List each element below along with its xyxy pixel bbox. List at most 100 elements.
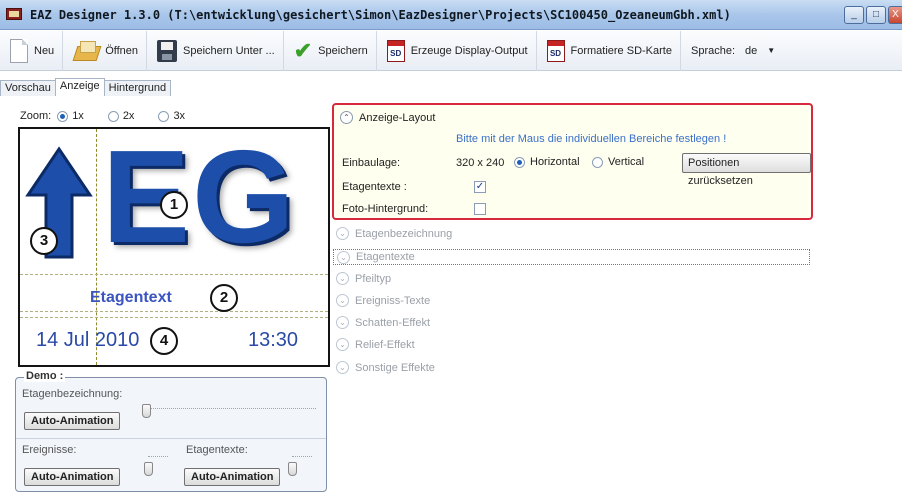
floor-text[interactable]: Etagentext (90, 289, 172, 307)
auto-animation-button-ereignisse[interactable]: Auto-Animation (24, 468, 121, 486)
radio-button[interactable] (57, 110, 69, 122)
chevron-down-icon: ⌄ (336, 294, 349, 307)
floppy-disk-icon (157, 39, 178, 62)
section-label: Etagentexte (356, 251, 415, 263)
new-document-icon (10, 38, 28, 63)
open-folder-icon (73, 40, 99, 61)
language-selector[interactable]: Sprache: de ▼ (681, 45, 783, 57)
radio-vertical[interactable] (592, 157, 603, 168)
orientation-horizontal-label: Horizontal (530, 156, 580, 168)
format-sd-button[interactable]: SD Formatiere SD-Karte (537, 30, 681, 71)
zoom-option-label: 1x (72, 110, 84, 122)
etagenbezeichnung-slider-track[interactable] (146, 408, 316, 412)
foto-hintergrund-label: Foto-Hintergrund: (342, 203, 429, 215)
checkmark-icon: ✔ (293, 37, 313, 63)
new-button[interactable]: Neu (0, 30, 64, 71)
minimize-button[interactable]: _ (844, 6, 864, 24)
section-ereigniss-texte[interactable]: ⌄ Ereigniss-Texte (336, 294, 430, 307)
einbaulage-label: Einbaulage: (342, 157, 401, 169)
zoom-option-label: 3x (173, 110, 186, 122)
open-button[interactable]: Öffnen (63, 30, 148, 71)
format-sd-button-label: Formatiere SD-Karte (570, 44, 672, 57)
demo-content: Etagenbezeichnung: Auto-Animation Ereign… (16, 386, 328, 491)
foto-hintergrund-checkbox[interactable] (474, 203, 486, 215)
title-bar: EAZ Designer 1.3.0 (T:\entwicklung\gesic… (0, 0, 902, 30)
ereignisse-slider-track[interactable] (148, 456, 168, 460)
tab-anzeige[interactable]: Anzeige (54, 78, 105, 96)
chevron-down-icon: ⌄ (336, 227, 349, 240)
chevron-down-icon: ⌄ (336, 316, 349, 329)
radio-horizontal[interactable] (514, 157, 525, 168)
close-button[interactable]: X (888, 6, 902, 24)
etagentexte-label: Etagentexte: (186, 444, 248, 456)
time-display[interactable]: 13:30 (248, 329, 298, 352)
window-controls: _ □ X (844, 6, 902, 24)
chevron-down-icon: ▼ (767, 46, 776, 55)
demo-legend: Demo : (24, 370, 66, 382)
zoom-control: Zoom: 1x 2x 3x (20, 110, 203, 122)
section-etagenbezeichnung[interactable]: ⌄ Etagenbezeichnung (336, 227, 452, 240)
chevron-down-icon: ⌄ (336, 361, 349, 374)
date-display[interactable]: 14 Jul 2010 (36, 329, 139, 352)
app-icon (6, 8, 22, 20)
section-label: Ereigniss-Texte (355, 294, 431, 307)
section-schatten-effekt[interactable]: ⌄ Schatten-Effekt (336, 316, 430, 329)
display-output-button[interactable]: SD Erzeuge Display-Output (377, 30, 537, 71)
zoom-option-1x[interactable]: 1x (57, 110, 84, 122)
region-divider (20, 311, 328, 312)
etagentexte-slider-track[interactable] (292, 456, 312, 460)
display-preview[interactable]: E G Etagentext 14 Jul 2010 13:30 1 2 3 4 (18, 127, 330, 367)
sd-card-icon: SD (546, 39, 565, 62)
save-button-label: Speichern (318, 44, 368, 57)
etagenbezeichnung-slider-thumb[interactable] (142, 404, 151, 418)
region-divider (20, 274, 328, 275)
section-header-anzeige-layout[interactable]: ⌃ Anzeige-Layout (340, 111, 435, 124)
radio-button[interactable] (158, 110, 170, 122)
open-button-label: Öffnen (105, 44, 139, 57)
language-label: Sprache: (690, 44, 736, 57)
section-label: Sonstige Effekte (355, 361, 435, 374)
region-divider (20, 317, 328, 318)
section-etagentexte[interactable]: ⌄ Etagentexte (333, 249, 810, 265)
auto-animation-button-etagenbezeichnung[interactable]: Auto-Animation (24, 412, 121, 430)
save-as-button-label: Speichern Unter ... (183, 44, 275, 57)
section-label: Etagenbezeichnung (355, 227, 453, 240)
new-button-label: Neu (34, 44, 55, 57)
section-title: Anzeige-Layout (359, 111, 436, 124)
section-pfeiltyp[interactable]: ⌄ Pfeiltyp (336, 272, 391, 285)
save-as-button[interactable]: Speichern Unter ... (147, 30, 284, 71)
marker-2: 2 (210, 284, 238, 312)
radio-button[interactable] (107, 110, 119, 122)
demo-panel: Demo : Etagenbezeichnung: Auto-Animation… (15, 370, 328, 492)
maximize-button[interactable]: □ (866, 6, 886, 24)
marker-3: 3 (30, 227, 58, 255)
section-label: Schatten-Effekt (355, 316, 431, 329)
etagentexte-slider-thumb[interactable] (288, 462, 297, 476)
tab-vorschau[interactable]: Vorschau (0, 80, 56, 96)
auto-animation-button-etagentexte[interactable]: Auto-Animation (184, 468, 281, 486)
ereignisse-label: Ereignisse: (22, 444, 77, 456)
ereignisse-slider-thumb[interactable] (144, 462, 153, 476)
section-sonstige-effekte[interactable]: ⌄ Sonstige Effekte (336, 361, 435, 374)
save-button[interactable]: ✔ Speichern (284, 30, 377, 71)
zoom-option-2x[interactable]: 2x (107, 110, 135, 122)
tab-hintergrund[interactable]: Hintergrund (103, 80, 172, 96)
etagentexte-checkbox-label: Etagentexte : (342, 181, 407, 193)
sd-card-icon: SD (386, 39, 405, 62)
section-relief-effekt[interactable]: ⌄ Relief-Effekt (336, 338, 415, 351)
etagentexte-checkbox[interactable]: ✓ (474, 181, 486, 193)
section-label: Pfeiltyp (355, 272, 392, 285)
floor-label-g[interactable]: G (192, 129, 295, 267)
display-output-button-label: Erzeuge Display-Output (410, 44, 528, 57)
marker-4: 4 (150, 327, 178, 355)
zoom-option-3x[interactable]: 3x (158, 110, 185, 122)
marker-1: 1 (160, 191, 188, 219)
reset-positions-button[interactable]: Positionen zurücksetzen (682, 153, 811, 187)
layout-hint: Bitte mit der Maus die individuellen Ber… (456, 133, 727, 145)
resolution-value: 320 x 240 (456, 157, 505, 169)
chevron-down-icon: ⌄ (336, 272, 349, 285)
chevron-up-icon[interactable]: ⌃ (340, 111, 353, 124)
zoom-option-label: 2x (122, 110, 135, 122)
chevron-down-icon: ⌄ (336, 338, 349, 351)
anzeige-layout-section: ⌃ Anzeige-Layout Bitte mit der Maus die … (332, 103, 813, 220)
